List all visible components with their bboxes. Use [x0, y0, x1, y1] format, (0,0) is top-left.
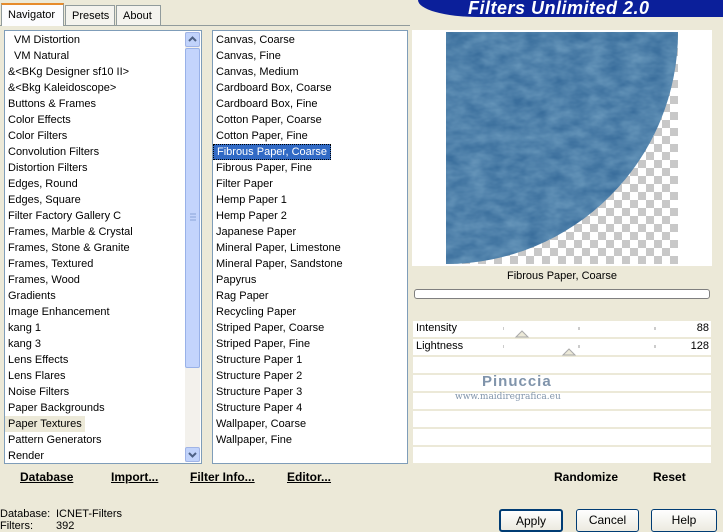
filter-list-item[interactable]: Hemp Paper 1: [213, 192, 290, 208]
reset-button[interactable]: Reset: [653, 470, 686, 484]
app-title-banner: Filters Unlimited 2.0: [418, 0, 723, 17]
filter-list-item[interactable]: Cardboard Box, Fine: [213, 96, 321, 112]
category-list-item[interactable]: &<BKg Designer sf10 II>: [5, 64, 132, 80]
status-filters-label: Filters:: [0, 520, 33, 532]
tab-presets[interactable]: Presets: [65, 5, 115, 25]
filter-list-item[interactable]: Structure Paper 1: [213, 352, 305, 368]
filter-list-item[interactable]: Mineral Paper, Limestone: [213, 240, 344, 256]
filter-list-item[interactable]: Japanese Paper: [213, 224, 299, 240]
category-list-item[interactable]: Distortion Filters: [5, 160, 90, 176]
status-database-value: ICNET-Filters: [56, 508, 122, 520]
category-list[interactable]: VM Distortion VM Natural &<BKg Designer sf…: [4, 30, 202, 464]
progress-bar: [414, 289, 710, 299]
param-label: Intensity: [416, 322, 457, 334]
category-list-item[interactable]: Lens Effects: [5, 352, 71, 368]
category-list-item[interactable]: Color Effects: [5, 112, 74, 128]
category-list-item[interactable]: kang 1: [5, 320, 44, 336]
param-row-empty[interactable]: [413, 429, 711, 446]
filter-list-item[interactable]: Canvas, Fine: [213, 48, 284, 64]
tab-navigator[interactable]: Navigator: [1, 3, 64, 26]
filter-list-item[interactable]: Cardboard Box, Coarse: [213, 80, 335, 96]
filter-list-item[interactable]: Wallpaper, Fine: [213, 432, 295, 448]
filter-list-item[interactable]: Structure Paper 3: [213, 384, 305, 400]
param-value: 128: [690, 340, 709, 352]
filter-list-item[interactable]: Wallpaper, Coarse: [213, 416, 309, 432]
param-row-empty[interactable]: [413, 357, 711, 374]
status-filters-value: 392: [56, 520, 75, 532]
filter-list-item[interactable]: Mineral Paper, Sandstone: [213, 256, 346, 272]
status-database: Database: ICNET-Filters: [0, 508, 122, 520]
randomize-button[interactable]: Randomize: [554, 470, 618, 484]
filter-list-item[interactable]: Cotton Paper, Coarse: [213, 112, 325, 128]
filter-list-item[interactable]: Striped Paper, Coarse: [213, 320, 327, 336]
watermark-url: www.maidiregrafica.eu: [455, 392, 561, 402]
category-list-item[interactable]: &<Bkg Kaleidoscope>: [5, 80, 119, 96]
filter-list-item[interactable]: Recycling Paper: [213, 304, 299, 320]
database-link[interactable]: Database: [20, 470, 73, 484]
scroll-down-button[interactable]: [185, 447, 200, 462]
category-list-item[interactable]: Frames, Wood: [5, 272, 83, 288]
category-list-item[interactable]: VM Distortion: [5, 32, 83, 48]
category-list-item[interactable]: Edges, Round: [5, 176, 81, 192]
param-row-empty[interactable]: [413, 447, 711, 464]
category-list-item[interactable]: Gradients: [5, 288, 59, 304]
chevron-down-icon: [188, 452, 197, 458]
category-list-item[interactable]: Pattern Generators: [5, 432, 105, 448]
filter-list-item[interactable]: Fibrous Paper, Coarse: [213, 144, 332, 160]
filter-list-item[interactable]: Fibrous Paper, Fine: [213, 160, 315, 176]
filter-list-item[interactable]: Canvas, Medium: [213, 64, 302, 80]
category-list-item[interactable]: Noise Filters: [5, 384, 72, 400]
chevron-up-icon: [188, 36, 197, 42]
status-database-label: Database:: [0, 508, 51, 520]
param-row-lightness[interactable]: Lightness 128: [413, 339, 711, 356]
category-list-item[interactable]: Image Enhancement: [5, 304, 113, 320]
import-link[interactable]: Import...: [111, 470, 158, 484]
editor-link[interactable]: Editor...: [287, 470, 331, 484]
filter-list-item[interactable]: Cotton Paper, Fine: [213, 128, 311, 144]
category-list-item[interactable]: Frames, Marble & Crystal: [5, 224, 136, 240]
category-list-item[interactable]: kang 3: [5, 336, 44, 352]
filter-list[interactable]: Canvas, Coarse Canvas, Fine Canvas, Medium…: [212, 30, 408, 464]
category-list-item[interactable]: Color Filters: [5, 128, 70, 144]
filter-list-item[interactable]: Filter Paper: [213, 176, 276, 192]
category-list-item[interactable]: Filter Factory Gallery C: [5, 208, 124, 224]
preview-caption: Fibrous Paper, Coarse: [506, 270, 618, 282]
category-list-item[interactable]: Lens Flares: [5, 368, 68, 384]
filter-list-item[interactable]: Structure Paper 2: [213, 368, 305, 384]
filter-info-link[interactable]: Filter Info...: [190, 470, 255, 484]
category-list-item[interactable]: Render: [5, 448, 47, 463]
param-row-empty[interactable]: [413, 411, 711, 428]
category-list-item[interactable]: Buttons & Frames: [5, 96, 99, 112]
status-filters: Filters: 392: [0, 520, 74, 532]
scroll-up-button[interactable]: [185, 32, 200, 47]
filter-list-item[interactable]: Papyrus: [213, 272, 259, 288]
category-list-item[interactable]: Frames, Stone & Granite: [5, 240, 133, 256]
scroll-thumb[interactable]: [185, 48, 200, 368]
category-scrollbar[interactable]: [185, 32, 200, 462]
preview-image: [446, 32, 678, 264]
param-row-empty[interactable]: [413, 375, 711, 392]
filter-list-item[interactable]: Canvas, Coarse: [213, 32, 298, 48]
filter-list-item[interactable]: Structure Paper 4: [213, 400, 305, 416]
category-list-item[interactable]: Frames, Textured: [5, 256, 96, 272]
slider-ticks: [503, 327, 656, 338]
filter-list-item[interactable]: Hemp Paper 2: [213, 208, 290, 224]
param-label: Lightness: [416, 340, 464, 352]
category-list-item[interactable]: Edges, Square: [5, 192, 84, 208]
filter-list-item[interactable]: Striped Paper, Fine: [213, 336, 313, 352]
grip-icon: [190, 213, 196, 221]
tab-about[interactable]: About: [116, 5, 161, 25]
category-list-item[interactable]: Paper Textures: [5, 416, 85, 432]
category-list-item[interactable]: Convolution Filters: [5, 144, 102, 160]
slider-ticks: [503, 345, 656, 356]
category-list-item[interactable]: Paper Backgrounds: [5, 400, 108, 416]
category-list-item[interactable]: VM Natural: [5, 48, 72, 64]
watermark-name: Pinuccia: [482, 373, 552, 390]
filter-list-item[interactable]: Rag Paper: [213, 288, 272, 304]
param-row-intensity[interactable]: Intensity 88: [413, 321, 711, 338]
param-value: 88: [696, 322, 709, 334]
